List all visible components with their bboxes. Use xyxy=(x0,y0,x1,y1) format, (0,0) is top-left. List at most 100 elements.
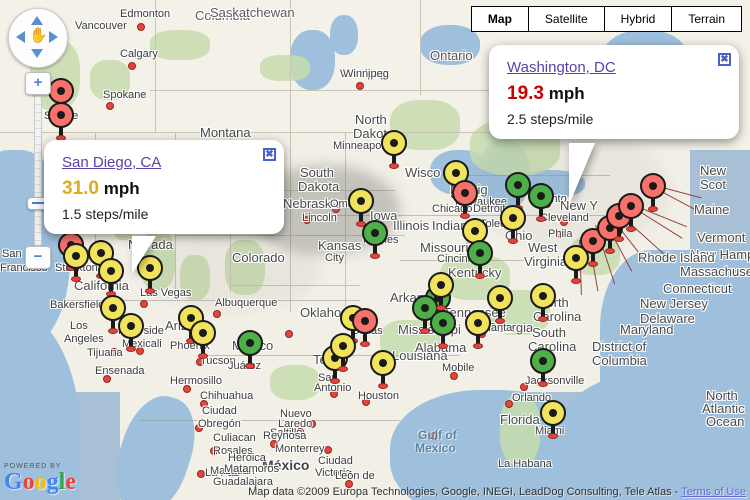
speed-unit: mph xyxy=(548,84,585,103)
marker-base-dot xyxy=(648,206,658,212)
marker-base-dot xyxy=(548,433,558,439)
marker-stockton[interactable] xyxy=(98,258,124,297)
close-icon[interactable]: ✖ xyxy=(718,53,731,66)
marker-base-dot xyxy=(495,318,505,324)
marker-center-dot xyxy=(246,339,254,347)
info-window-tail xyxy=(569,143,595,205)
marker-virginia[interactable] xyxy=(563,245,589,284)
pan-right-arrow-icon[interactable] xyxy=(49,31,58,43)
info-window-steps: 1.5 steps/mile xyxy=(62,206,149,222)
marker-base-dot xyxy=(605,248,615,254)
hand-icon[interactable]: ✋ xyxy=(29,28,48,44)
info-window-tail xyxy=(132,236,156,274)
info-window-title-link[interactable]: San Diego, CA xyxy=(62,154,161,171)
pan-left-arrow-icon[interactable] xyxy=(16,31,25,43)
pan-down-arrow-icon[interactable] xyxy=(31,49,43,58)
marker-base-dot xyxy=(438,343,448,349)
marker-center-dot xyxy=(379,359,387,367)
map-type-map[interactable]: Map xyxy=(470,6,528,32)
map-attribution: Map data ©2009 Europa Technologies, Goog… xyxy=(248,486,746,498)
marker-center-dot xyxy=(589,237,597,245)
pan-control[interactable]: ✋ xyxy=(8,8,68,68)
marker-base-dot xyxy=(71,276,81,282)
marker-chicago[interactable] xyxy=(452,180,478,219)
marker-base-dot xyxy=(420,328,430,334)
marker-center-dot xyxy=(572,254,580,262)
marker-tennessee[interactable] xyxy=(430,310,456,349)
zoom-slider-track[interactable] xyxy=(34,96,42,246)
marker-center-dot xyxy=(339,342,347,350)
map-type-hybrid[interactable]: Hybrid xyxy=(603,6,672,32)
marker-center-dot xyxy=(549,409,557,417)
marker-center-dot xyxy=(461,189,469,197)
info-window-steps: 2.5 steps/mile xyxy=(507,111,594,127)
zoom-out-button[interactable]: − xyxy=(25,246,51,269)
attribution-text: Map data ©2009 Europa Technologies, Goog… xyxy=(248,486,682,498)
marker-bay-area-2[interactable] xyxy=(63,243,89,282)
marker-base-dot xyxy=(536,216,546,222)
marker-center-dot xyxy=(199,329,207,337)
pan-up-arrow-icon[interactable] xyxy=(31,16,43,25)
marker-center-dot xyxy=(57,87,65,95)
marker-center-dot xyxy=(127,322,135,330)
marker-center-dot xyxy=(371,229,379,237)
marker-kansas-city[interactable] xyxy=(362,220,388,259)
marker-base-dot xyxy=(475,273,485,279)
marker-center-dot xyxy=(437,281,445,289)
zoom-in-button[interactable]: + xyxy=(25,72,51,95)
marker-buffalo[interactable] xyxy=(528,183,554,222)
marker-base-dot xyxy=(508,238,518,244)
marker-center-dot xyxy=(514,181,522,189)
marker-center-dot xyxy=(390,139,398,147)
speed-unit: mph xyxy=(103,179,140,198)
marker-center-dot xyxy=(97,249,105,257)
marker-phoenix-2[interactable] xyxy=(190,320,216,359)
marker-boston[interactable] xyxy=(640,173,666,212)
marker-base-dot xyxy=(145,288,155,294)
marker-minneapolis[interactable] xyxy=(381,130,407,169)
info-window-san-diego[interactable]: San Diego, CA 31.0 mph 1.5 steps/mile ✖ xyxy=(44,140,284,274)
map-type-satellite[interactable]: Satellite xyxy=(527,6,604,32)
info-window-speed: 19.3 mph xyxy=(507,83,721,105)
marker-center-dot xyxy=(439,319,447,327)
marker-ohio[interactable] xyxy=(500,205,526,244)
info-window-speed: 31.0 mph xyxy=(62,178,266,200)
marker-center-dot xyxy=(539,292,547,300)
marker-center-dot xyxy=(509,214,517,222)
marker-austin-2[interactable] xyxy=(330,333,356,372)
marker-atlanta[interactable] xyxy=(465,310,491,349)
marker-base-dot xyxy=(614,236,624,242)
marker-base-dot xyxy=(473,343,483,349)
map-type-control[interactable]: Map Satellite Hybrid Terrain xyxy=(470,6,742,32)
marker-base-dot xyxy=(126,346,136,352)
google-map[interactable]: Columbia Edmonton Saskatchewan Calgary Winni… xyxy=(0,0,750,500)
marker-base-dot xyxy=(245,363,255,369)
marker-base-dot xyxy=(571,278,581,284)
marker-jacksonville[interactable] xyxy=(530,348,556,387)
marker-center-dot xyxy=(357,197,365,205)
close-icon[interactable]: ✖ xyxy=(263,148,276,161)
info-window-body: Washington, DC 19.3 mph 2.5 steps/mile xyxy=(489,45,739,139)
marker-kentucky[interactable] xyxy=(428,272,454,311)
marker-base-dot xyxy=(330,378,340,384)
marker-center-dot xyxy=(476,249,484,257)
info-window-title-link[interactable]: Washington, DC xyxy=(507,59,616,76)
marker-los-angeles[interactable] xyxy=(118,313,144,352)
marker-center-dot xyxy=(496,294,504,302)
marker-center-dot xyxy=(471,227,479,235)
marker-base-dot xyxy=(389,163,399,169)
info-window-washington-dc[interactable]: Washington, DC 19.3 mph 2.5 steps/mile ✖ xyxy=(489,45,739,205)
marker-miami[interactable] xyxy=(540,400,566,439)
google-logo: Google xyxy=(4,469,76,495)
speed-value: 19.3 xyxy=(507,83,544,104)
marker-center-dot xyxy=(452,169,460,177)
map-type-terrain[interactable]: Terrain xyxy=(671,6,742,32)
marker-cincinnati[interactable] xyxy=(467,240,493,279)
marker-houston[interactable] xyxy=(370,350,396,389)
marker-base-dot xyxy=(588,261,598,267)
terms-of-use-link[interactable]: Terms of Use xyxy=(681,486,746,498)
marker-seattle-2[interactable] xyxy=(48,102,74,141)
marker-nc-2[interactable] xyxy=(530,283,556,322)
info-window-body: San Diego, CA 31.0 mph 1.5 steps/mile xyxy=(44,140,284,234)
marker-tucson[interactable] xyxy=(237,330,263,369)
